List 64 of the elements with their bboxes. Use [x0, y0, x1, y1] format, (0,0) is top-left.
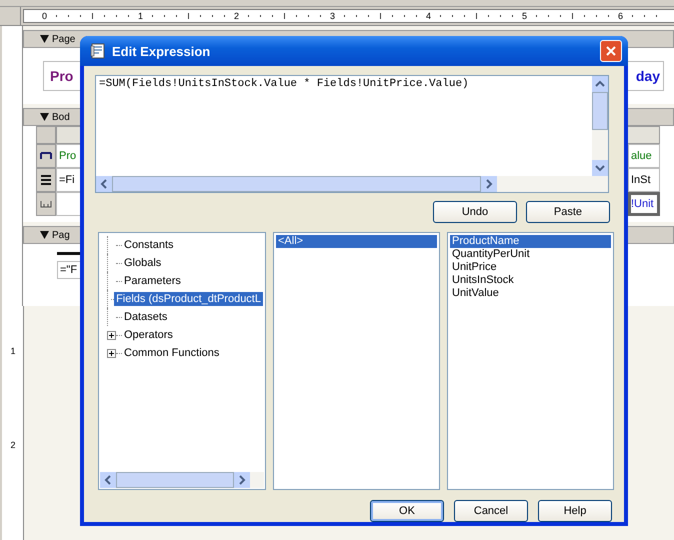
- dialog-button[interactable]: Help: [538, 500, 612, 522]
- row-handle[interactable]: [36, 168, 56, 192]
- list-item[interactable]: UnitValue: [450, 287, 611, 300]
- table-cell: Pro: [56, 144, 82, 168]
- expand-icon[interactable]: [107, 348, 116, 358]
- list-item[interactable]: ProductName: [450, 235, 611, 248]
- horizontal-scrollbar[interactable]: [96, 176, 608, 192]
- ruler-number: 4: [426, 11, 432, 21]
- table-cell: [56, 192, 82, 216]
- arrow-icon: [40, 231, 49, 239]
- vertical-scrollbar[interactable]: [592, 76, 608, 176]
- table-cell[interactable]: !Unit: [628, 192, 660, 216]
- tree-item[interactable]: Fields (dsProduct_dtProductL: [114, 292, 263, 306]
- title-text: Pro: [50, 68, 74, 84]
- table-handle[interactable]: [36, 126, 56, 144]
- section-label: Bod: [52, 112, 70, 122]
- date-text: day: [636, 68, 660, 84]
- dialog-button[interactable]: Cancel: [454, 500, 528, 522]
- section-label: Pag: [52, 230, 70, 240]
- table-cell[interactable]: alue: [628, 144, 660, 168]
- scroll-left-icon[interactable]: [100, 472, 116, 488]
- ruler-number: 1: [10, 346, 16, 356]
- scroll-right-icon[interactable]: [234, 472, 250, 488]
- table-cell[interactable]: InSt: [628, 168, 660, 192]
- arrow-icon: [40, 113, 49, 121]
- header-row-icon: [40, 151, 52, 161]
- edit-button[interactable]: Paste: [526, 201, 610, 223]
- row-handle[interactable]: [36, 144, 56, 168]
- list-item[interactable]: QuantityPerUnit: [450, 248, 611, 261]
- tree-item[interactable]: Common Functions: [122, 346, 222, 360]
- close-button[interactable]: [600, 40, 622, 62]
- expression-field[interactable]: =SUM(Fields!UnitsInStock.Value * Fields!UnitPrice.Value): [95, 75, 609, 193]
- arrow-icon: [40, 35, 49, 43]
- ruler-number: 3: [330, 11, 336, 21]
- table-cell: =Fi: [56, 168, 82, 192]
- detail-row-icon: [40, 175, 52, 185]
- tree-item[interactable]: Constants: [122, 238, 176, 252]
- ruler-number: 2: [234, 11, 240, 21]
- list-item[interactable]: <All>: [276, 235, 437, 248]
- ruler-number: 5: [522, 11, 528, 21]
- edit-button[interactable]: Undo: [433, 201, 517, 223]
- tree-item[interactable]: Datasets: [122, 310, 170, 324]
- dialog-button[interactable]: OK: [370, 500, 444, 522]
- tree-item[interactable]: Globals: [122, 256, 164, 270]
- horizontal-scrollbar[interactable]: [100, 472, 264, 488]
- scroll-right-icon[interactable]: [480, 176, 497, 192]
- row-handle[interactable]: [36, 192, 56, 216]
- tree-item[interactable]: Operators: [122, 328, 175, 342]
- scroll-up-icon[interactable]: [592, 76, 608, 92]
- footer-row-icon: [40, 199, 52, 209]
- ruler-number: 2: [10, 440, 16, 450]
- expand-icon[interactable]: [107, 330, 116, 340]
- section-label: Page: [52, 34, 76, 44]
- ruler-number: 6: [618, 11, 624, 21]
- list-item[interactable]: UnitPrice: [450, 261, 611, 274]
- close-icon: [605, 45, 617, 57]
- ruler-number: 1: [138, 11, 144, 21]
- window-title: Edit Expression: [112, 44, 212, 58]
- list-item[interactable]: UnitsInStock: [450, 274, 611, 287]
- tree-item[interactable]: Parameters: [122, 274, 183, 288]
- scroll-left-icon[interactable]: [96, 176, 112, 192]
- scroll-down-icon[interactable]: [592, 160, 608, 176]
- ruler-number: 0: [42, 11, 48, 21]
- dialog-icon: [90, 43, 106, 59]
